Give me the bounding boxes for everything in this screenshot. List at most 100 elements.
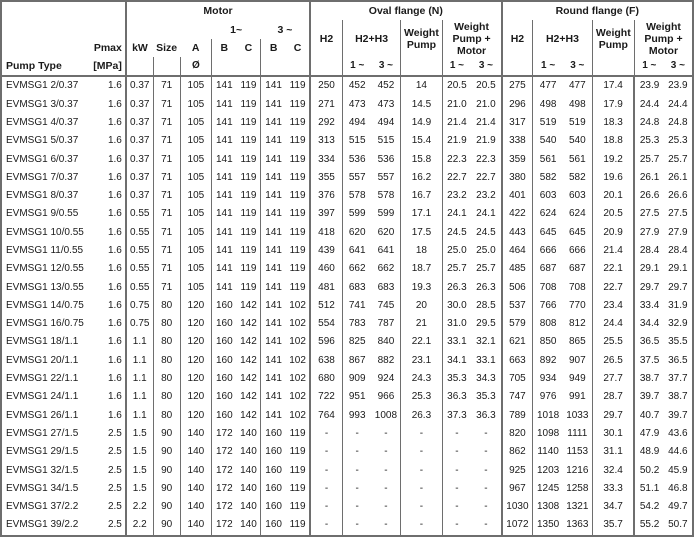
cell-round-wpm-3: 37.7 xyxy=(663,369,694,389)
cell-oval-h2: - xyxy=(309,479,343,499)
cell-oval-wpm-1: - xyxy=(441,516,472,537)
cell-oval-wpm-3: 20.5 xyxy=(476,80,496,92)
cell-pmax: 2.5 xyxy=(107,446,122,458)
header-blank xyxy=(90,0,126,21)
round-h2-header: H2 xyxy=(500,20,533,57)
cell-b1: 172 xyxy=(210,516,237,537)
cell-oval-h2h3-1: - xyxy=(341,443,372,462)
cell-oval-h2h3-3: 787 xyxy=(377,318,395,330)
cell-round-h2h3-1: 976 xyxy=(532,388,563,407)
cell-oval-h2h3-1: - xyxy=(341,461,372,480)
cell-c3: 102 xyxy=(289,354,306,366)
cell-round-h2h3-3: 519 xyxy=(568,116,586,128)
cell-oval-h2h3-1: 557 xyxy=(341,168,372,187)
cell-pump-type: EVMSG1 13/0.55 xyxy=(0,278,91,297)
cell-size: 71 xyxy=(152,168,181,187)
cell-oval-wpm-3: 21.4 xyxy=(476,116,496,128)
cell-round-h2: 275 xyxy=(500,76,533,96)
cell-b1: 141 xyxy=(210,113,237,133)
cell-round-wpm-3: 46.8 xyxy=(663,479,694,499)
cell-pmax: 1.6 xyxy=(107,171,122,183)
cell-oval-weight-pump: 21 xyxy=(400,315,443,334)
cell-size: 71 xyxy=(152,95,181,114)
cell-round-h2: 820 xyxy=(500,424,533,444)
cell-c3: 119 xyxy=(289,190,306,202)
cell-round-weight-pump: 31.1 xyxy=(591,443,635,462)
cell-oval-h2: 554 xyxy=(309,315,343,334)
cell-round-wpm-1: 47.9 xyxy=(633,424,664,444)
cell-oval-h2: 512 xyxy=(309,296,343,316)
cell-oval-weight-pump: 16.7 xyxy=(400,186,443,206)
cell-kw: 0.55 xyxy=(124,241,154,261)
cell-size: 71 xyxy=(152,260,181,279)
size-header: Size xyxy=(156,41,178,54)
cell-pump-type: EVMSG1 5/0.37 xyxy=(0,132,91,151)
cell-oval-wpm-1: - xyxy=(441,443,472,462)
cell-round-h2h3-3: 1258 xyxy=(566,482,589,494)
cell-c3: 119 xyxy=(289,464,306,476)
cell-round-weight-pump: 22.7 xyxy=(591,278,635,297)
cell-round-h2h3-1: 603 xyxy=(532,186,563,206)
cell-b1: 141 xyxy=(210,168,237,187)
cell-pmax: 2.5 xyxy=(107,464,122,476)
cell-a: 105 xyxy=(179,150,212,169)
cell-pmax: 1.6 xyxy=(107,318,122,330)
cell-round-h2h3-3: 603 xyxy=(568,190,586,202)
cell-round-h2: 663 xyxy=(500,351,533,370)
cell-round-wpm-1: 37.5 xyxy=(633,351,664,370)
cell-round-h2h3-3: 949 xyxy=(568,373,586,385)
cell-round-h2h3-3: 1363 xyxy=(562,516,593,537)
cell-round-weight-pump: 20.1 xyxy=(591,186,635,206)
cell-oval-h2: 481 xyxy=(309,278,343,297)
cell-b3: 141 xyxy=(260,113,286,133)
cell-c1: 119 xyxy=(240,263,257,275)
cell-b1: 172 xyxy=(210,479,237,499)
cell-c1: 140 xyxy=(240,501,257,513)
cell-a: 120 xyxy=(179,333,212,352)
cell-round-h2: 1030 xyxy=(500,498,533,517)
cell-oval-h2h3-3: - xyxy=(384,501,388,513)
table-row: EVMSG1 39/2.2 2.5 2.2 90 140 172 140 160 119- - - -… xyxy=(0,516,694,537)
cell-pmax: 1.6 xyxy=(107,281,122,293)
cell-oval-h2: - xyxy=(309,424,343,444)
cell-round-wpm-3: 29.1 xyxy=(663,260,694,279)
cell-oval-wpm-3: 26.3 xyxy=(476,281,496,293)
cell-b1: 141 xyxy=(210,260,237,279)
cell-pmax: 1.6 xyxy=(107,354,122,366)
cell-oval-weight-pump: 15.4 xyxy=(400,132,443,151)
cell-a: 105 xyxy=(179,76,212,96)
cell-pump-type: EVMSG1 29/1.5 xyxy=(0,443,91,462)
cell-pmax: 1.6 xyxy=(107,98,122,110)
cell-oval-h2h3-1: 578 xyxy=(341,186,372,206)
cell-b3: 141 xyxy=(260,333,286,352)
cell-round-weight-pump: 35.7 xyxy=(591,516,635,537)
cell-kw: 1.5 xyxy=(124,443,154,462)
cell-oval-h2: - xyxy=(309,443,343,462)
cell-b1: 141 xyxy=(210,150,237,169)
cell-pump-type: EVMSG1 18/1.1 xyxy=(0,333,91,352)
cell-oval-h2: 680 xyxy=(309,369,343,389)
cell-b1: 141 xyxy=(210,186,237,206)
cell-kw: 0.37 xyxy=(124,186,154,206)
table-row: EVMSG1 14/0.75 1.6 0.75 80 120 160 142 141 102 51… xyxy=(0,296,694,316)
cell-oval-weight-pump: 14.5 xyxy=(400,95,443,114)
cell-round-h2h3-3: 991 xyxy=(568,391,586,403)
cell-round-h2: 789 xyxy=(500,406,533,425)
cell-round-weight-pump: 23.4 xyxy=(591,296,635,316)
cell-kw: 0.37 xyxy=(124,132,154,151)
cell-c3: 119 xyxy=(289,208,306,220)
cell-round-wpm-3: 39.7 xyxy=(663,406,694,425)
cell-round-weight-pump: 18.8 xyxy=(591,132,635,151)
cell-c1: 119 xyxy=(240,190,257,202)
cell-round-wpm-1: 27.5 xyxy=(633,205,664,224)
cell-a: 105 xyxy=(179,113,212,133)
cell-oval-h2h3-1: 825 xyxy=(341,333,372,352)
oval-wpm-1-sub: 1 ~ xyxy=(441,56,472,78)
cell-round-h2h3-3: 645 xyxy=(568,226,586,238)
cell-round-weight-pump: 29.7 xyxy=(591,406,635,425)
table-row: EVMSG1 11/0.55 1.6 0.55 71 105 141 119 141 119 43… xyxy=(0,241,694,261)
cell-round-wpm-1: 36.5 xyxy=(633,333,664,352)
cell-round-h2: 705 xyxy=(500,369,533,389)
cell-round-h2h3-3: 561 xyxy=(568,153,586,165)
cell-oval-h2h3-3: 882 xyxy=(377,354,395,366)
